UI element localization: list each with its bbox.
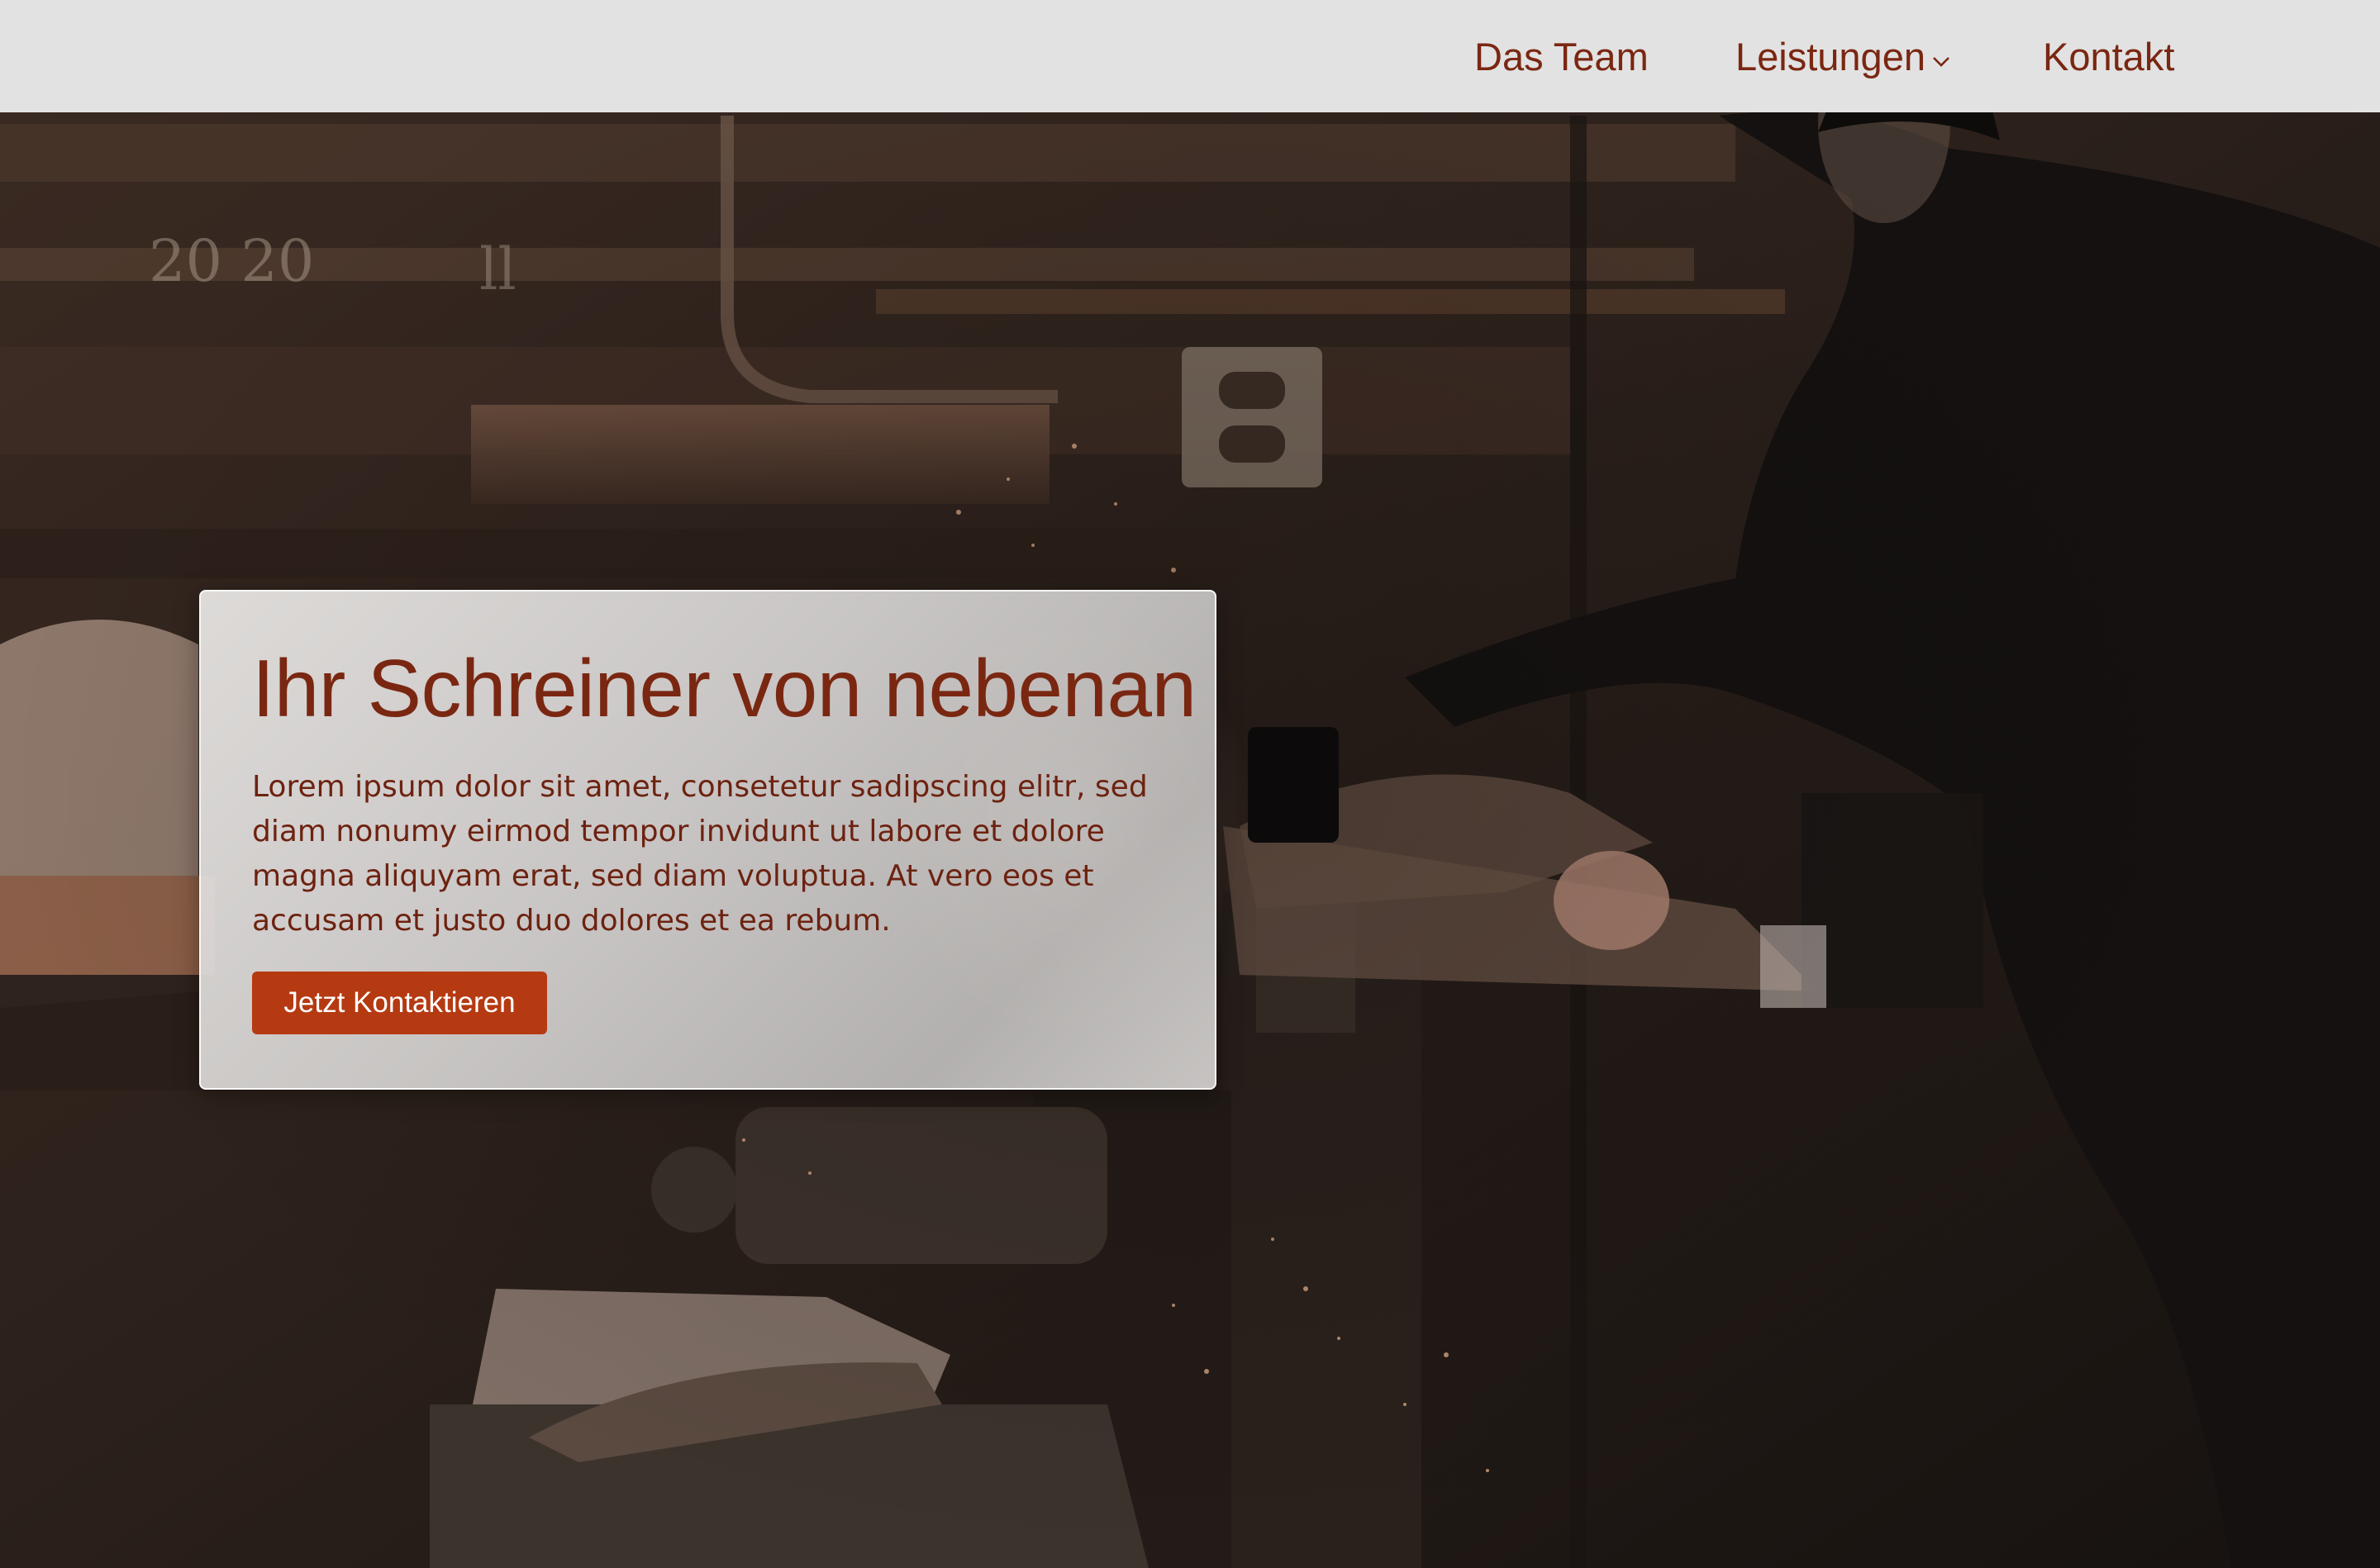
nav-item-leistungen[interactable]: Leistungen: [1735, 33, 1950, 81]
chevron-down-icon: [1932, 31, 1950, 78]
hero-card: Ihr Schreiner von nebenan Lorem ipsum do…: [199, 590, 1216, 1090]
top-navbar: Das Team Leistungen Kontakt: [0, 0, 2380, 112]
hero-description: Lorem ipsum dolor sit amet, consetetur s…: [252, 770, 1148, 938]
contact-cta-button[interactable]: Jetzt Kontaktieren: [252, 972, 547, 1034]
nav-item-das-team[interactable]: Das Team: [1474, 33, 1649, 81]
nav-item-leistungen-label: Leistungen: [1735, 35, 1925, 78]
hero-title: Ihr Schreiner von nebenan: [252, 643, 1197, 734]
nav-item-kontakt[interactable]: Kontakt: [2043, 33, 2174, 81]
page: 20 20 ll Das Team Leistungen Kontakt Ihr…: [0, 0, 2380, 1568]
